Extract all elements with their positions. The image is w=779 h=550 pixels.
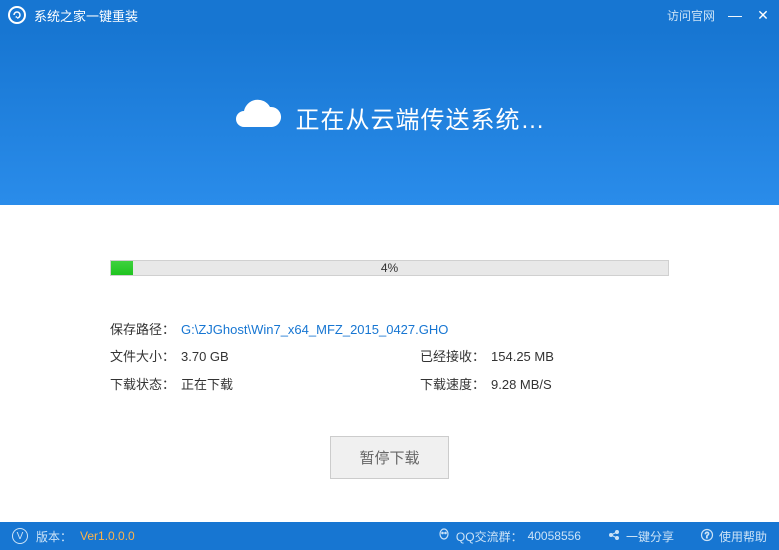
share-icon	[607, 528, 621, 545]
svg-text:?: ?	[705, 531, 710, 540]
close-button[interactable]: ✕	[755, 7, 771, 23]
download-progress-bar: 4%	[110, 260, 669, 276]
hero-status-text: 正在从云端传送系统…	[296, 100, 546, 135]
version-value: Ver1.0.0.0	[80, 529, 135, 543]
help-label: 使用帮助	[719, 528, 767, 545]
qq-label: QQ交流群：	[456, 528, 523, 545]
received-label: 已经接收：	[420, 343, 485, 370]
statusbar: V 版本： Ver1.0.0.0 QQ交流群： 40058556 一键分享 ? …	[0, 522, 779, 550]
cloud-icon	[234, 99, 282, 136]
app-logo-icon	[8, 6, 26, 24]
download-status-label: 下载状态：	[110, 371, 175, 398]
help-link[interactable]: ? 使用帮助	[700, 528, 767, 545]
speed-value: 9.28 MB/S	[491, 371, 552, 398]
minimize-button[interactable]: —	[727, 7, 743, 23]
save-path-value: G:\ZJGhost\Win7_x64_MFZ_2015_0427.GHO	[181, 316, 669, 343]
share-label: 一键分享	[626, 528, 674, 545]
version-icon: V	[12, 528, 28, 544]
save-path-label: 保存路径：	[110, 316, 175, 343]
version-label: 版本：	[36, 528, 72, 545]
speed-label: 下载速度：	[420, 371, 485, 398]
download-status-value: 正在下载	[181, 371, 233, 398]
download-info: 保存路径： G:\ZJGhost\Win7_x64_MFZ_2015_0427.…	[110, 316, 669, 398]
main-content: 4% 保存路径： G:\ZJGhost\Win7_x64_MFZ_2015_04…	[0, 205, 779, 479]
help-icon: ?	[700, 528, 714, 545]
hero-banner: 正在从云端传送系统…	[0, 30, 779, 205]
progress-percent-label: 4%	[111, 261, 668, 275]
share-link[interactable]: 一键分享	[607, 528, 674, 545]
qq-group-link[interactable]: QQ交流群： 40058556	[437, 528, 581, 545]
official-site-link[interactable]: 访问官网	[667, 7, 715, 24]
pause-download-button[interactable]: 暂停下载	[330, 436, 448, 479]
titlebar: 系统之家一键重装 访问官网 — ✕	[0, 0, 779, 30]
qq-value: 40058556	[528, 529, 581, 543]
app-title: 系统之家一键重装	[34, 6, 667, 25]
received-value: 154.25 MB	[491, 343, 554, 370]
file-size-value: 3.70 GB	[181, 343, 229, 370]
qq-icon	[437, 528, 451, 545]
file-size-label: 文件大小：	[110, 343, 175, 370]
